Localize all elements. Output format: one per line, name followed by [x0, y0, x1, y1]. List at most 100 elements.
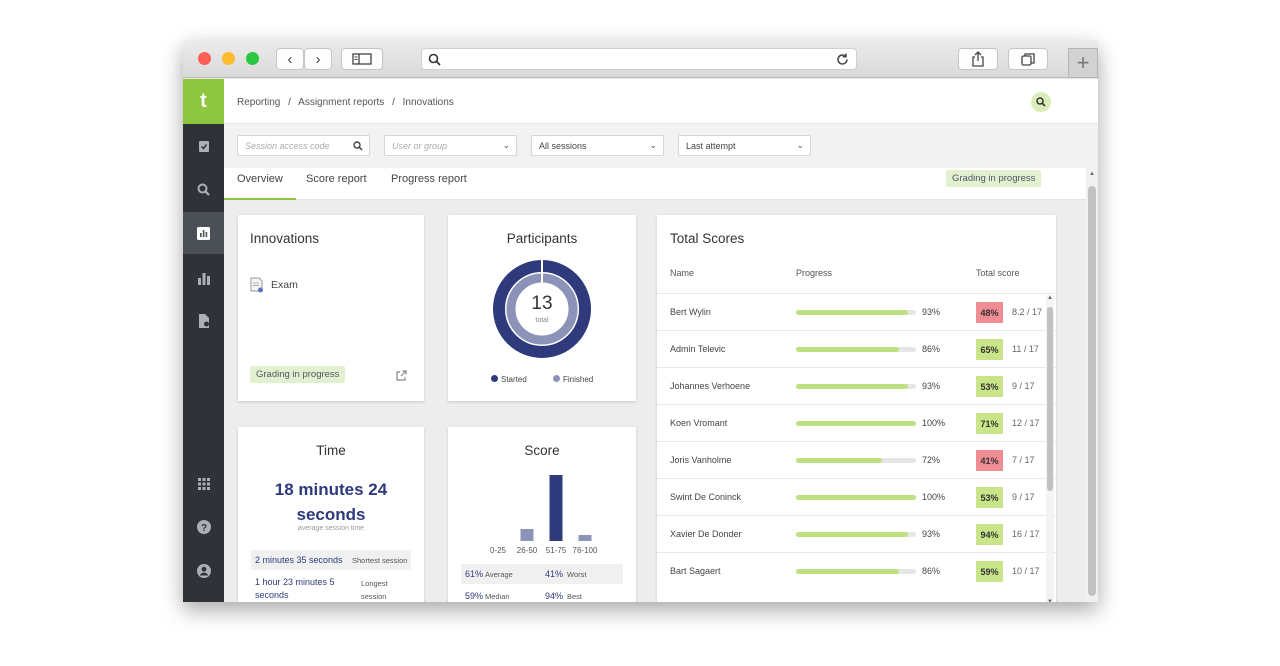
participants-total: 13	[531, 293, 553, 314]
progress-percent: 100%	[922, 492, 946, 502]
search-icon	[1036, 97, 1046, 107]
score-badge: 65%	[976, 339, 1003, 360]
progress-fill	[796, 384, 908, 389]
score-stats-row-2: 59% Median 94% Best	[461, 586, 623, 602]
score-distribution-chart: 0-25 26-50 51-75 76-100	[490, 475, 598, 555]
progress-bar	[796, 347, 916, 352]
attempt-value: Last attempt	[686, 141, 736, 151]
sidebar-item-reporting[interactable]	[183, 212, 224, 254]
score-tick-label: 0-25	[490, 546, 507, 555]
sidebar-item-search[interactable]	[183, 169, 224, 209]
close-window-button[interactable]	[198, 52, 211, 65]
table-row[interactable]: Johannes Verhoene 93% 53% 9 / 17	[657, 367, 1056, 404]
plus-icon: +	[1076, 50, 1090, 75]
tab-progress-report[interactable]: Progress report	[391, 173, 467, 200]
table-scroll-thumb[interactable]	[1047, 307, 1053, 491]
breadcrumb-innovations: Innovations	[402, 97, 454, 108]
table-row[interactable]: Joris Vanholme 72% 41% 7 / 17	[657, 441, 1056, 478]
median-label: Median	[485, 592, 510, 601]
reload-icon[interactable]	[835, 52, 850, 67]
average-time-value: 18 minutes 24 seconds	[274, 480, 388, 524]
breadcrumb-separator: /	[288, 97, 291, 108]
status-badge: Grading in progress	[946, 170, 1042, 187]
innovation-item-exam[interactable]: Exam	[271, 279, 298, 291]
average-label: Average	[485, 570, 513, 579]
longest-session-row: 1 hour 23 minutes 5 seconds Longest sess…	[251, 572, 411, 602]
score-badge: 71%	[976, 413, 1003, 434]
forward-button[interactable]: ›	[304, 48, 332, 70]
breadcrumb-reporting[interactable]: Reporting	[237, 97, 280, 108]
progress-fill	[796, 458, 883, 463]
sidebar-item-help[interactable]: ?	[183, 507, 224, 547]
minimize-window-button[interactable]	[222, 52, 235, 65]
progress-fill	[796, 421, 916, 426]
score-fraction: 10 / 17	[1012, 566, 1040, 576]
scroll-up-icon[interactable]: ▲	[1089, 171, 1095, 177]
progress-bar	[796, 569, 916, 574]
progress-fill	[796, 495, 916, 500]
table-row[interactable]: Koen Vromant 100% 71% 12 / 17	[657, 404, 1056, 441]
bar-chart-icon	[197, 273, 210, 285]
chevron-down-icon: ⌄	[649, 140, 657, 150]
page-scrollbar[interactable]: ▲	[1086, 168, 1098, 602]
scroll-up-icon[interactable]: ▲	[1047, 295, 1053, 301]
maximize-window-button[interactable]	[246, 52, 259, 65]
table-row[interactable]: Admin Televic 86% 65% 11 / 17	[657, 330, 1056, 367]
header-search-button[interactable]	[1031, 92, 1051, 112]
legend-finished: Finished	[553, 375, 593, 384]
table-row[interactable]: Xavier De Donder 93% 94% 16 / 17	[657, 515, 1056, 552]
innovations-card: Innovations Exam Grading in progress	[238, 215, 424, 401]
tab-score-report[interactable]: Score report	[306, 173, 367, 200]
search-icon	[428, 53, 441, 66]
sidebar-toggle-button[interactable]	[341, 48, 383, 70]
progress-bar	[796, 310, 916, 315]
sidebar-item-profile[interactable]	[183, 551, 224, 591]
sidebar-item-documents[interactable]	[183, 301, 224, 341]
score-fraction: 11 / 17	[1012, 344, 1039, 354]
scroll-down-icon[interactable]: ▼	[1047, 599, 1053, 602]
session-code-input[interactable]: Session access code	[237, 135, 370, 156]
app-logo[interactable]: t	[183, 79, 224, 124]
back-button[interactable]: ‹	[276, 48, 304, 70]
score-badge: 53%	[976, 376, 1003, 397]
shortest-session-row: 2 minutes 35 seconds Shortest session	[251, 550, 411, 570]
participants-card: Participants 13 total Started Finished	[448, 215, 636, 401]
progress-percent: 100%	[922, 418, 946, 428]
score-stats-row-1: 61% Average 41% Worst	[461, 564, 623, 584]
legend-started-dot	[491, 375, 498, 382]
chevron-down-icon: ⌄	[502, 140, 510, 150]
attempt-select[interactable]: Last attempt ⌄	[678, 135, 811, 156]
participant-name: Bert Wylin	[670, 307, 711, 317]
breadcrumb-separator: /	[392, 97, 395, 108]
sidebar-item-assignments[interactable]	[183, 126, 224, 166]
table-row[interactable]: Bart Sagaert 86% 59% 10 / 17	[657, 552, 1056, 589]
shortest-session-label: Shortest session	[352, 556, 408, 565]
tabs-overview-button[interactable]	[1008, 48, 1048, 70]
address-bar[interactable]	[421, 48, 857, 70]
table-scrollbar[interactable]: ▲ ▼	[1046, 295, 1054, 602]
chevron-down-icon: ⌄	[796, 140, 804, 150]
score-bar-51-75	[549, 475, 563, 541]
table-row[interactable]: Bert Wylin 93% 48% 8.2 / 17	[657, 293, 1056, 330]
progress-bar	[796, 532, 916, 537]
new-tab-button[interactable]: +	[1068, 48, 1098, 78]
sidebar-item-apps[interactable]	[183, 464, 224, 504]
page-scroll-thumb[interactable]	[1088, 186, 1096, 596]
breadcrumb-assignment-reports[interactable]: Assignment reports	[298, 97, 384, 108]
user-group-select[interactable]: User or group ⌄	[384, 135, 517, 156]
tab-overview[interactable]: Overview	[224, 173, 296, 200]
share-button[interactable]	[958, 48, 998, 70]
legend-started: Started	[491, 375, 527, 384]
time-title: Time	[316, 443, 346, 458]
filter-bar: Session access code User or group ⌄ All s…	[224, 124, 1098, 168]
sessions-select[interactable]: All sessions ⌄	[531, 135, 664, 156]
external-link-icon[interactable]	[396, 370, 407, 381]
column-progress: Progress	[796, 268, 833, 278]
progress-fill	[796, 532, 908, 537]
progress-fill	[796, 347, 900, 352]
table-row[interactable]: Swint De Coninck 100% 53% 9 / 17	[657, 478, 1056, 515]
sidebar-item-statistics[interactable]	[183, 259, 224, 299]
score-badge: 48%	[976, 302, 1003, 323]
svg-text:?: ?	[200, 523, 206, 534]
total-scores-card: Total Scores Name Progress Total score B…	[657, 215, 1056, 602]
